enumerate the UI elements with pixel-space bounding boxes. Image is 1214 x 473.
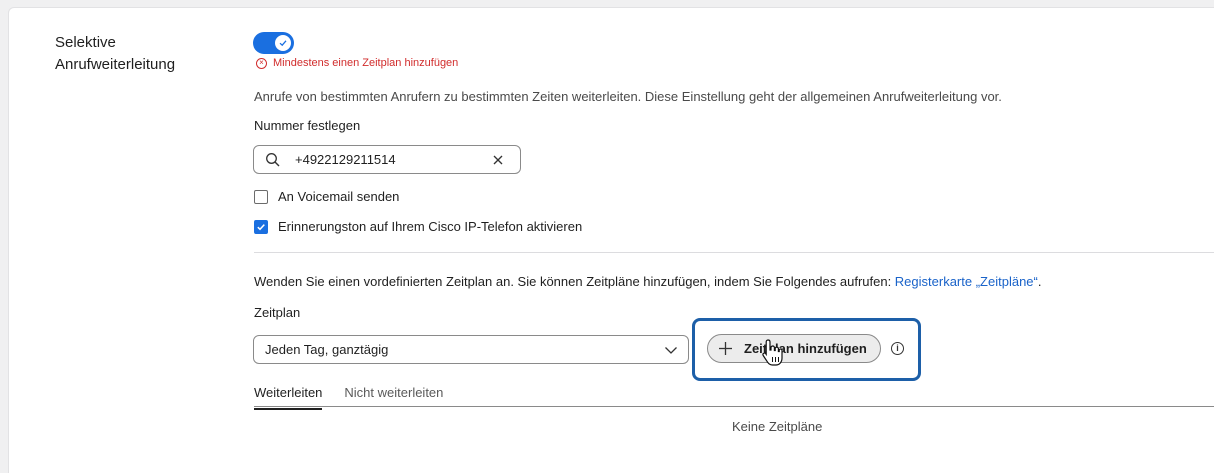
schedule-select[interactable]: Jeden Tag, ganztägig: [253, 335, 689, 364]
number-input-box[interactable]: [253, 145, 521, 174]
empty-state: Keine Zeitpläne: [732, 419, 823, 434]
checkmark-icon: [257, 223, 265, 230]
selective-forwarding-toggle[interactable]: [253, 32, 294, 54]
divider: [254, 252, 1214, 253]
error-message-row: × Mindestens einen Zeitplan hinzufügen: [256, 57, 458, 69]
reminder-tone-checkbox-row[interactable]: Erinnerungston auf Ihrem Cisco IP-Telefo…: [254, 219, 582, 234]
search-icon: [266, 152, 280, 166]
voicemail-checkbox[interactable]: [254, 189, 268, 204]
add-schedule-button[interactable]: Zeitplan hinzufügen: [707, 334, 881, 363]
number-label: Nummer festlegen: [254, 118, 361, 133]
schedule-label: Zeitplan: [254, 305, 301, 320]
hand-cursor-icon: [762, 339, 783, 366]
check-icon: [275, 35, 291, 51]
voicemail-checkbox-row[interactable]: An Voicemail senden: [254, 189, 399, 204]
info-icon[interactable]: i: [891, 342, 904, 355]
number-input[interactable]: [295, 152, 485, 167]
settings-card: [8, 7, 1214, 473]
schedules-tab-link[interactable]: Registerkarte „Zeitpläne“: [895, 274, 1038, 289]
error-message: Mindestens einen Zeitplan hinzufügen: [273, 57, 459, 69]
section-label: Selektive Anrufweiterleitung: [55, 34, 176, 73]
schedule-selected-value: Jeden Tag, ganztägig: [265, 342, 389, 357]
voicemail-checkbox-label: An Voicemail senden: [278, 189, 400, 204]
schedule-description-suffix: .: [1037, 274, 1042, 289]
error-icon: ×: [256, 57, 267, 69]
chevron-down-icon: [665, 346, 677, 354]
schedule-description: Wenden Sie einen vordefinierten Zeitplan…: [254, 274, 1041, 289]
reminder-tone-checkbox[interactable]: [254, 219, 268, 234]
tabs-underline: [254, 406, 1214, 407]
description: Anrufe von bestimmten Anrufern zu bestim…: [254, 89, 1002, 104]
reminder-tone-checkbox-label: Erinnerungston auf Ihrem Cisco IP-Telefo…: [278, 219, 583, 234]
clear-icon[interactable]: [491, 153, 505, 167]
plus-icon: [719, 342, 732, 355]
schedule-description-text: Wenden Sie einen vordefinierten Zeitplan…: [254, 274, 895, 289]
